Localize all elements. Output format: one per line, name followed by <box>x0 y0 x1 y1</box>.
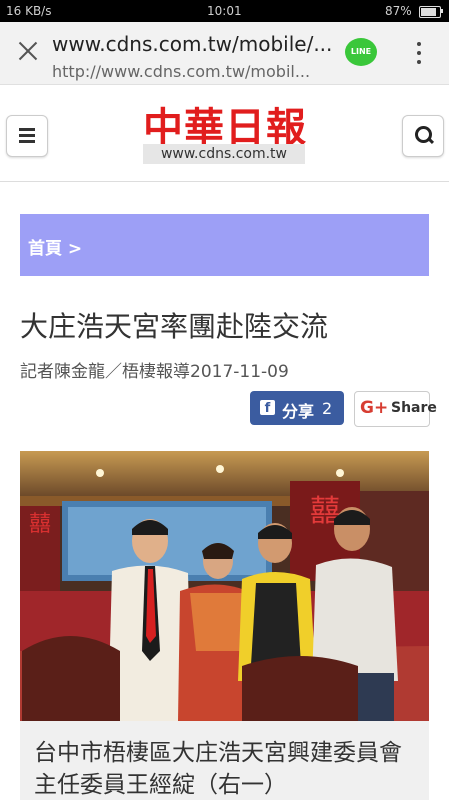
site-header: 中華日報 www.cdns.com.tw <box>0 85 449 182</box>
facebook-share-label: 分享 <box>282 402 315 421</box>
search-button[interactable] <box>402 115 444 157</box>
status-bar: 16 KB/s 10:01 87% <box>0 0 449 22</box>
facebook-share-button[interactable]: f 分享 2 <box>250 391 344 425</box>
url-full[interactable]: http://www.cdns.com.tw/mobil... <box>52 62 310 81</box>
photo-caption-text: 台中市梧棲區大庄浩天宮興建委員會主任委員王經綻（右一） <box>34 740 402 798</box>
google-plus-share-label: Share <box>391 400 437 416</box>
article-photo[interactable]: 囍 囍 <box>20 451 429 721</box>
google-plus-icon: G+ <box>360 398 389 418</box>
hamburger-menu-button[interactable] <box>6 115 48 157</box>
close-icon[interactable] <box>14 37 42 65</box>
site-logo-url: www.cdns.com.tw <box>143 144 305 164</box>
article-photo-illustration: 囍 囍 <box>20 451 429 721</box>
google-plus-share-button[interactable]: G+ Share <box>354 391 437 427</box>
facebook-share-count: 2 <box>322 399 333 418</box>
battery-level: 87% <box>385 4 412 18</box>
network-speed: 16 KB/s <box>6 4 52 18</box>
line-share-icon[interactable]: LINE <box>345 38 377 66</box>
battery-tip <box>441 9 443 13</box>
article-byline: 記者陳金龍／梧棲報導2017-11-09 <box>20 362 289 382</box>
breadcrumb-home-link[interactable]: 首頁 > <box>28 234 82 259</box>
facebook-icon: f <box>260 400 275 416</box>
browser-url-bar: www.cdns.com.tw/mobile/... http://www.cd… <box>0 22 449 85</box>
more-options-icon[interactable] <box>412 40 426 66</box>
breadcrumb: 首頁 > <box>20 214 429 276</box>
photo-caption: 台中市梧棲區大庄浩天宮興建委員會主任委員王經綻（右一） <box>20 721 429 800</box>
battery-icon <box>419 6 441 18</box>
search-icon-handle <box>426 136 435 145</box>
clock: 10:01 <box>207 4 242 18</box>
banner-left-glyph: 囍 <box>29 512 51 537</box>
url-title[interactable]: www.cdns.com.tw/mobile/... <box>52 32 332 56</box>
article-title: 大庄浩天宮率團赴陸交流 <box>20 310 329 343</box>
